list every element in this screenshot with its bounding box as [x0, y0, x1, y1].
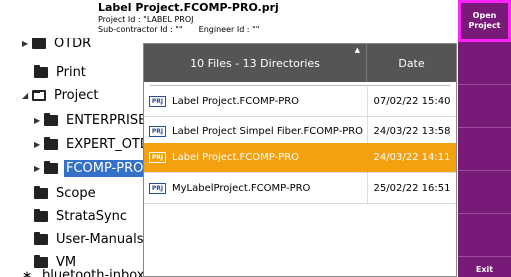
file-date: 07/02/22 15:40 [373, 96, 451, 107]
prj-file-icon: PRJ [149, 183, 166, 194]
softkey-sidebar: Open Project Exit [458, 0, 511, 277]
softkey-3[interactable] [458, 86, 511, 128]
tree-item-expert-otdr[interactable]: ▶ EXPERT_OTDR [34, 133, 150, 155]
file-name: Label Project.FCOMP-PRO [172, 96, 300, 107]
softkey-5[interactable] [458, 172, 511, 214]
contractor-info: Sub-contractor Id : "" Engineer Id : "" [98, 25, 259, 34]
tree-item-scope[interactable]: Scope [34, 182, 98, 204]
prj-file-icon: PRJ [149, 96, 166, 107]
file-name: Label Project.FCOMP-PRO [172, 152, 300, 163]
folder-tree: ▶ OTDR Print ◢ Project ▶ ENTERPRISE ▶ EXPERT… [0, 38, 150, 277]
file-name: MyLabelProject.FCOMP-PRO [172, 183, 311, 194]
sort-ascending-icon: ▲ [354, 46, 360, 54]
softkey-6[interactable] [458, 215, 511, 257]
folder-icon [44, 160, 58, 174]
folder-icon [34, 185, 48, 199]
file-row[interactable]: PRJ Label Project.FCOMP-PRO 07/02/22 15:… [144, 87, 456, 117]
open-project-button[interactable]: Open Project [458, 0, 511, 42]
prj-file-icon: PRJ [149, 152, 166, 163]
expand-arrow-icon[interactable]: ▶ [34, 164, 44, 173]
file-date: 24/03/22 13:58 [373, 126, 451, 137]
file-name: Label Project Simpel Fiber.FCOMP-PRO [172, 126, 364, 137]
expand-arrow-icon[interactable]: ▶ [22, 39, 32, 48]
open-folder-icon [32, 89, 46, 101]
subcontractor-id: Sub-contractor Id : "" [98, 25, 183, 34]
expand-arrow-icon[interactable]: ▶ [34, 140, 44, 149]
folder-icon [34, 208, 48, 222]
file-date: 24/03/22 14:11 [373, 152, 451, 163]
tree-item-user-manuals[interactable]: User-Manuals [34, 228, 146, 250]
folder-icon [34, 231, 48, 245]
folder-icon [34, 64, 48, 78]
engineer-id: Engineer Id : "" [198, 25, 260, 34]
file-list-dialog: 10 Files - 13 Directories ▲ Date PRJ Lab… [143, 43, 457, 277]
files-column-header[interactable]: 10 Files - 13 Directories ▲ [144, 44, 367, 82]
list-top-divider [150, 83, 450, 86]
tree-item-otdr[interactable]: ▶ OTDR [22, 38, 93, 54]
softkey-4[interactable] [458, 129, 511, 171]
collapse-arrow-icon[interactable]: ◢ [22, 91, 32, 100]
file-list-header: 10 Files - 13 Directories ▲ Date [144, 44, 456, 82]
folder-icon [44, 112, 58, 126]
project-id: Project Id : "LABEL PROJ [98, 15, 194, 24]
tree-item-bluetooth-inbox[interactable]: ∗ bluetooth-inbox [22, 264, 146, 277]
date-column-header[interactable]: Date [367, 44, 456, 82]
file-date: 25/02/22 16:51 [373, 183, 451, 194]
exit-button[interactable]: Exit [458, 262, 511, 277]
file-row-selected[interactable]: PRJ Label Project.FCOMP-PRO 24/03/22 14:… [144, 143, 456, 173]
project-title: Label Project.FCOMP-PRO.prj [98, 1, 279, 14]
tree-item-fcomp-pro[interactable]: ▶ FCOMP-PRO [34, 157, 146, 179]
bluetooth-icon: ∗ [22, 268, 33, 277]
tree-item-enterprise[interactable]: ▶ ENTERPRISE [34, 109, 148, 131]
tree-item-stratasync[interactable]: StrataSync [34, 205, 129, 227]
softkey-2[interactable] [458, 43, 511, 85]
folder-icon [44, 136, 58, 150]
tree-item-print[interactable]: Print [34, 61, 88, 83]
file-row[interactable]: PRJ MyLabelProject.FCOMP-PRO 25/02/22 16… [144, 174, 456, 204]
prj-file-icon: PRJ [149, 126, 166, 137]
folder-icon [32, 38, 46, 49]
expand-arrow-icon[interactable]: ▶ [34, 116, 44, 125]
tree-item-project[interactable]: ◢ Project [22, 84, 100, 106]
